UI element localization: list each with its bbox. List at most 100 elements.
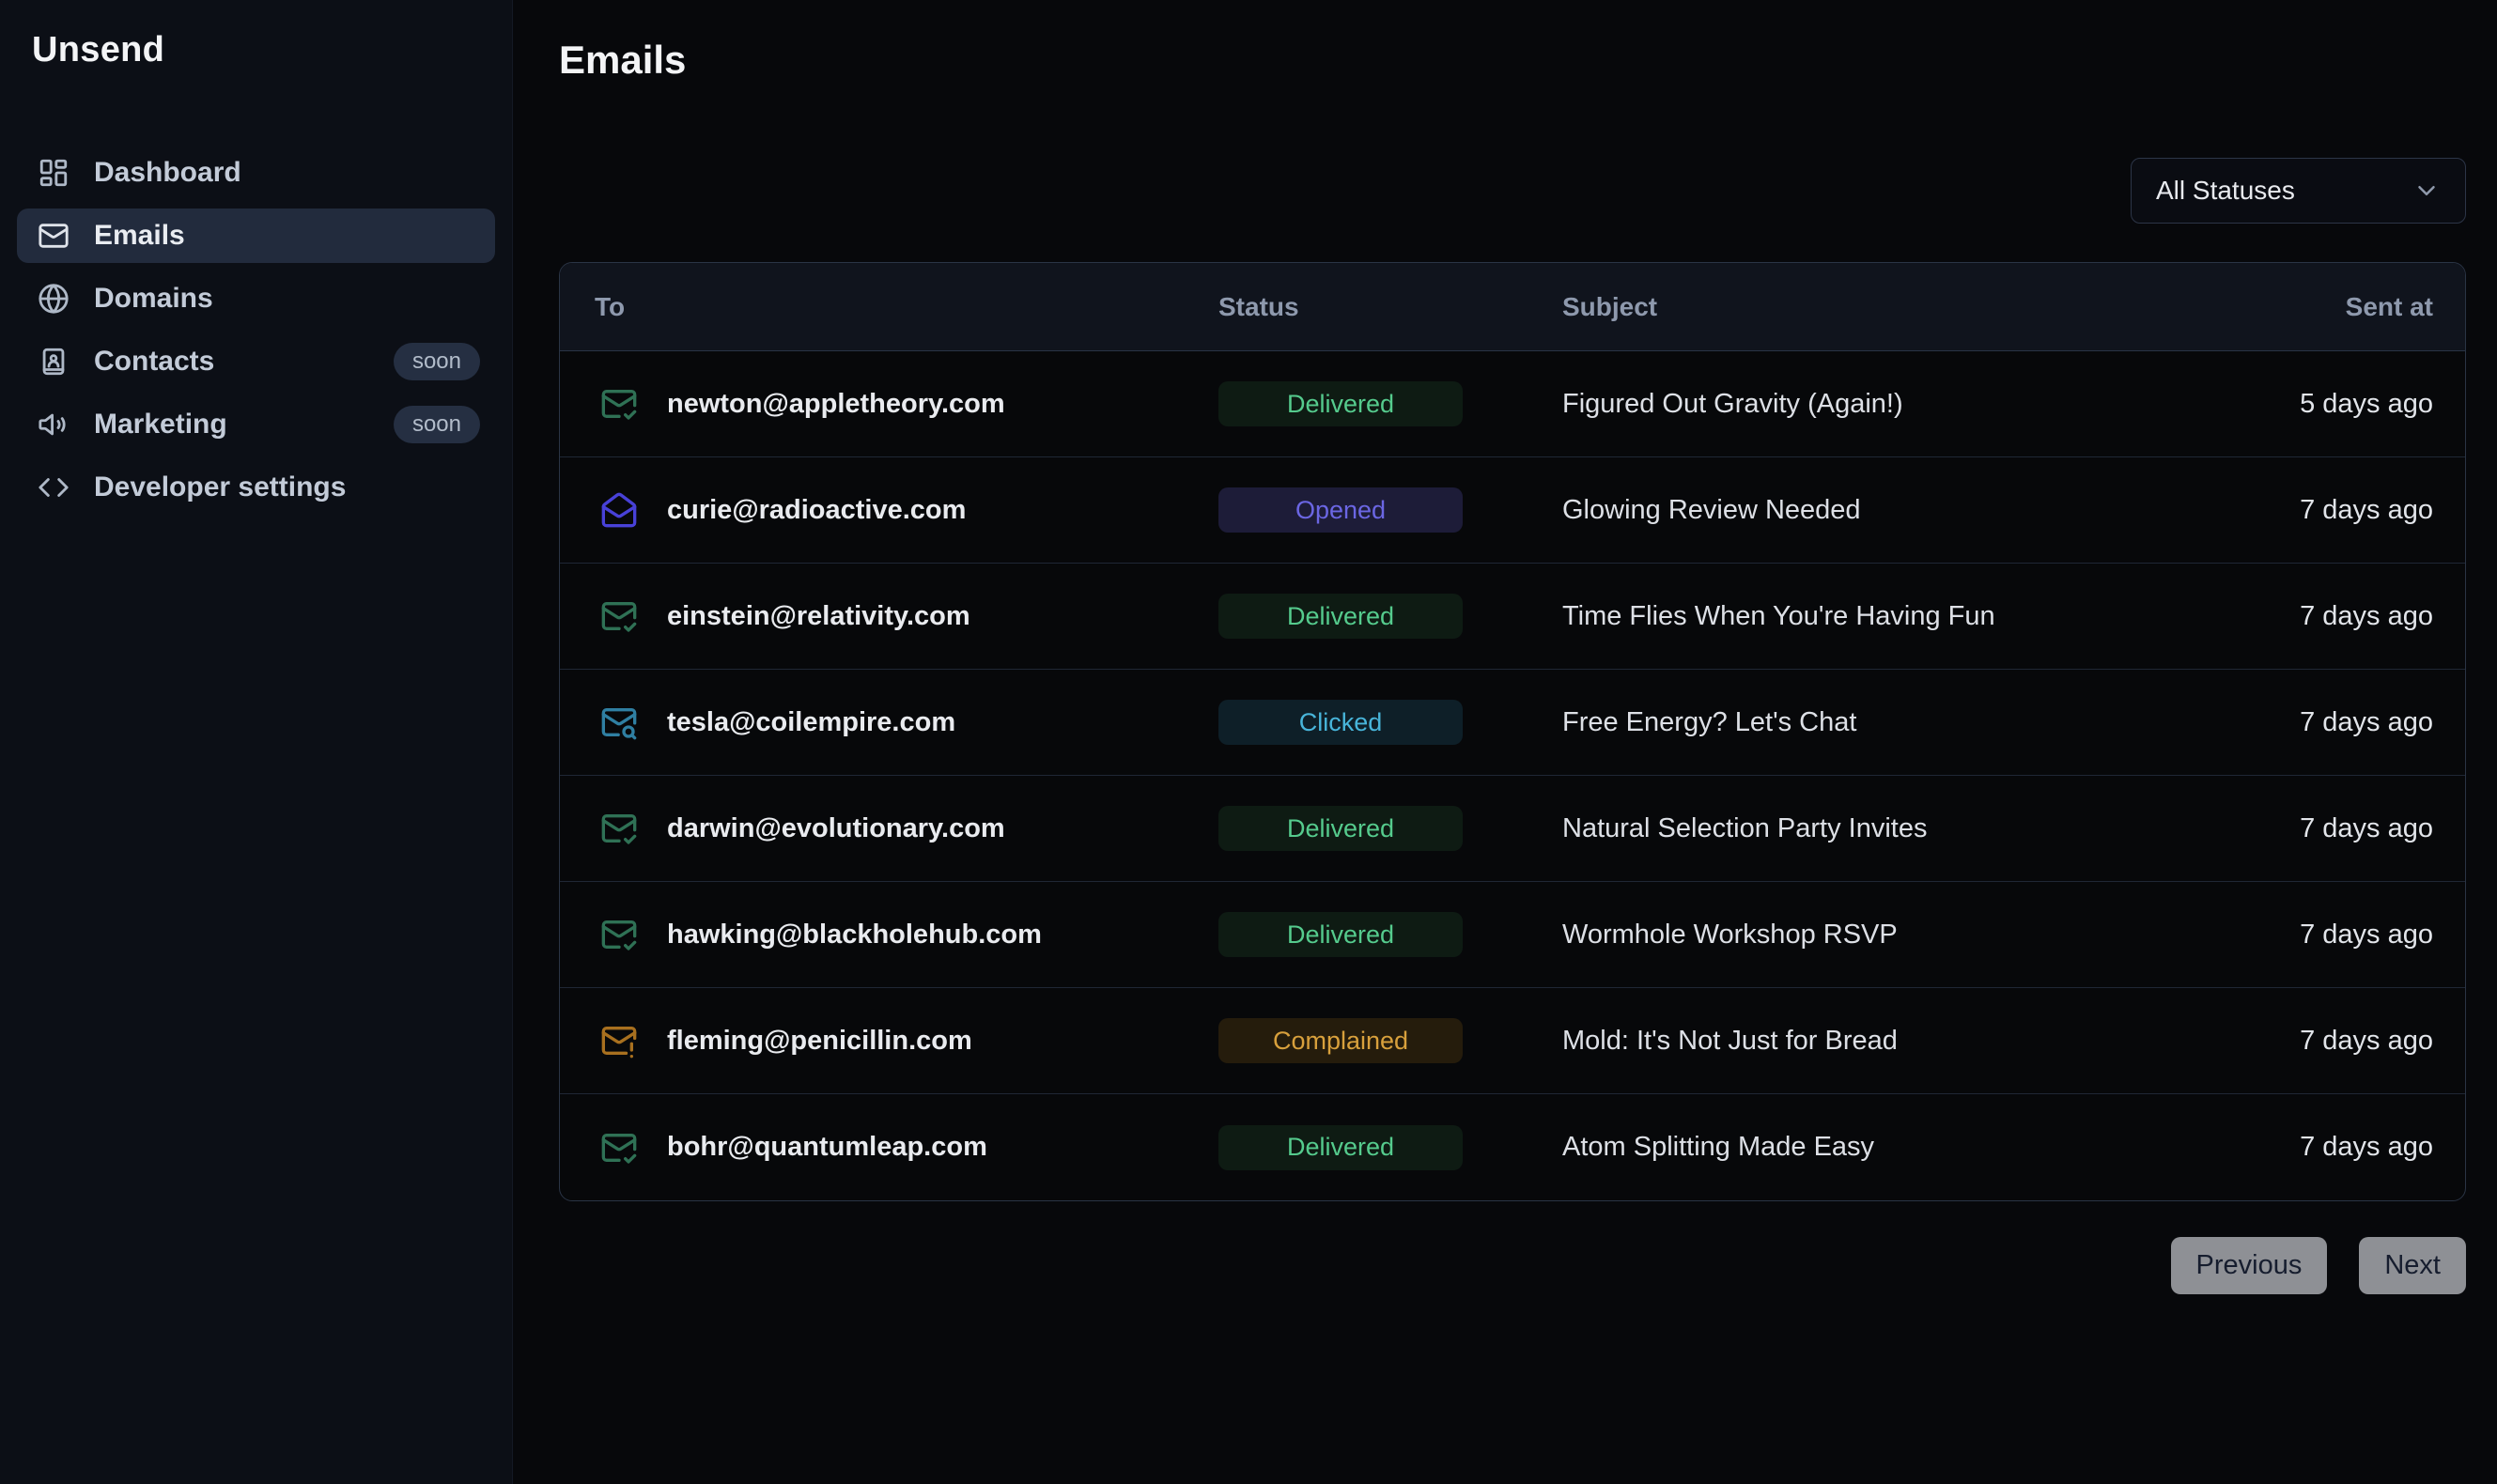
to-cell: darwin@evolutionary.com [595, 810, 1218, 847]
soon-badge: soon [394, 343, 480, 380]
table-row[interactable]: hawking@blackholehub.com Delivered Wormh… [560, 882, 2465, 988]
to-cell: tesla@coilempire.com [595, 703, 1218, 741]
contact-book-icon [38, 346, 70, 378]
table-row[interactable]: darwin@evolutionary.com Delivered Natura… [560, 776, 2465, 882]
sent-at: 7 days ago [2151, 601, 2433, 632]
next-button[interactable]: Next [2359, 1237, 2466, 1294]
dashboard-icon [38, 157, 70, 189]
sidebar-item-label: Contacts [94, 346, 214, 378]
app-window: Unsend Dashboard Emails Domains Contacts… [0, 0, 2497, 1484]
column-header-subject: Subject [1562, 292, 2151, 322]
table-row[interactable]: tesla@coilempire.com Clicked Free Energy… [560, 670, 2465, 776]
app-logo: Unsend [32, 30, 495, 70]
recipient-email: curie@radioactive.com [667, 495, 966, 526]
sent-at: 5 days ago [2151, 389, 2433, 420]
sidebar-item-emails[interactable]: Emails [17, 209, 495, 263]
status-cell: Delivered [1218, 912, 1562, 957]
pagination: Previous Next [559, 1237, 2466, 1294]
sidebar: Unsend Dashboard Emails Domains Contacts… [0, 0, 513, 1484]
recipient-email: hawking@blackholehub.com [667, 920, 1042, 951]
emails-table: To Status Subject Sent at newton@appleth… [559, 262, 2466, 1201]
status-badge: Clicked [1218, 700, 1463, 745]
email-subject: Glowing Review Needed [1562, 495, 2151, 526]
sidebar-item-label: Domains [94, 283, 213, 315]
status-cell: Opened [1218, 487, 1562, 533]
status-filter-value: All Statuses [2156, 176, 2295, 206]
sidebar-nav: Dashboard Emails Domains Contacts soon M… [17, 146, 495, 515]
table-header: To Status Subject Sent at [560, 263, 2465, 351]
status-badge: Complained [1218, 1018, 1463, 1063]
column-header-to: To [595, 292, 1218, 322]
speaker-icon [38, 409, 70, 441]
to-cell: newton@appletheory.com [595, 385, 1218, 423]
sidebar-item-domains[interactable]: Domains [17, 271, 495, 326]
code-icon [38, 471, 70, 503]
recipient-email: bohr@quantumleap.com [667, 1132, 987, 1163]
status-cell: Complained [1218, 1018, 1562, 1063]
status-badge: Opened [1218, 487, 1463, 533]
sidebar-item-marketing[interactable]: Marketing soon [17, 397, 495, 452]
sent-at: 7 days ago [2151, 707, 2433, 738]
sidebar-item-label: Marketing [94, 409, 227, 441]
recipient-email: fleming@penicillin.com [667, 1026, 972, 1057]
toolbar: All Statuses [559, 158, 2466, 224]
sidebar-item-developer-settings[interactable]: Developer settings [17, 460, 495, 515]
mail-search-icon [600, 703, 638, 741]
page-title: Emails [559, 38, 2466, 83]
table-row[interactable]: newton@appletheory.com Delivered Figured… [560, 351, 2465, 457]
sent-at: 7 days ago [2151, 495, 2433, 526]
sidebar-item-dashboard[interactable]: Dashboard [17, 146, 495, 200]
sidebar-item-label: Developer settings [94, 471, 346, 503]
table-row[interactable]: einstein@relativity.com Delivered Time F… [560, 564, 2465, 670]
email-subject: Free Energy? Let's Chat [1562, 707, 2151, 738]
soon-badge: soon [394, 406, 480, 443]
table-row[interactable]: bohr@quantumleap.com Delivered Atom Spli… [560, 1094, 2465, 1200]
sidebar-item-label: Dashboard [94, 157, 241, 189]
to-cell: curie@radioactive.com [595, 491, 1218, 529]
email-subject: Time Flies When You're Having Fun [1562, 601, 2151, 632]
sent-at: 7 days ago [2151, 1132, 2433, 1163]
status-badge: Delivered [1218, 806, 1463, 851]
status-badge: Delivered [1218, 912, 1463, 957]
previous-button[interactable]: Previous [2171, 1237, 2328, 1294]
mail-icon [38, 220, 70, 252]
email-subject: Mold: It's Not Just for Bread [1562, 1026, 2151, 1057]
to-cell: fleming@penicillin.com [595, 1022, 1218, 1059]
status-cell: Delivered [1218, 594, 1562, 639]
chevron-down-icon [2412, 177, 2441, 205]
mail-check-icon [600, 916, 638, 953]
recipient-email: tesla@coilempire.com [667, 707, 955, 738]
mail-check-icon [600, 385, 638, 423]
status-badge: Delivered [1218, 594, 1463, 639]
status-cell: Delivered [1218, 806, 1562, 851]
main-content: Emails All Statuses To Status Subject Se… [513, 0, 2497, 1484]
email-subject: Natural Selection Party Invites [1562, 813, 2151, 844]
mail-open-icon [600, 491, 638, 529]
mail-check-icon [600, 810, 638, 847]
status-cell: Delivered [1218, 381, 1562, 426]
recipient-email: darwin@evolutionary.com [667, 813, 1005, 844]
email-subject: Atom Splitting Made Easy [1562, 1132, 2151, 1163]
table-row[interactable]: fleming@penicillin.com Complained Mold: … [560, 988, 2465, 1094]
mail-warning-icon [600, 1022, 638, 1059]
globe-icon [38, 283, 70, 315]
sent-at: 7 days ago [2151, 813, 2433, 844]
email-subject: Wormhole Workshop RSVP [1562, 920, 2151, 951]
column-header-sent-at: Sent at [2151, 292, 2433, 322]
sidebar-item-contacts[interactable]: Contacts soon [17, 334, 495, 389]
mail-check-icon [600, 597, 638, 635]
to-cell: hawking@blackholehub.com [595, 916, 1218, 953]
status-filter-dropdown[interactable]: All Statuses [2131, 158, 2466, 224]
status-cell: Delivered [1218, 1125, 1562, 1170]
table-row[interactable]: curie@radioactive.com Opened Glowing Rev… [560, 457, 2465, 564]
email-subject: Figured Out Gravity (Again!) [1562, 389, 2151, 420]
column-header-status: Status [1218, 292, 1562, 322]
status-badge: Delivered [1218, 1125, 1463, 1170]
status-cell: Clicked [1218, 700, 1562, 745]
recipient-email: newton@appletheory.com [667, 389, 1005, 420]
sidebar-item-label: Emails [94, 220, 185, 252]
to-cell: einstein@relativity.com [595, 597, 1218, 635]
sent-at: 7 days ago [2151, 1026, 2433, 1057]
mail-check-icon [600, 1129, 638, 1167]
status-badge: Delivered [1218, 381, 1463, 426]
